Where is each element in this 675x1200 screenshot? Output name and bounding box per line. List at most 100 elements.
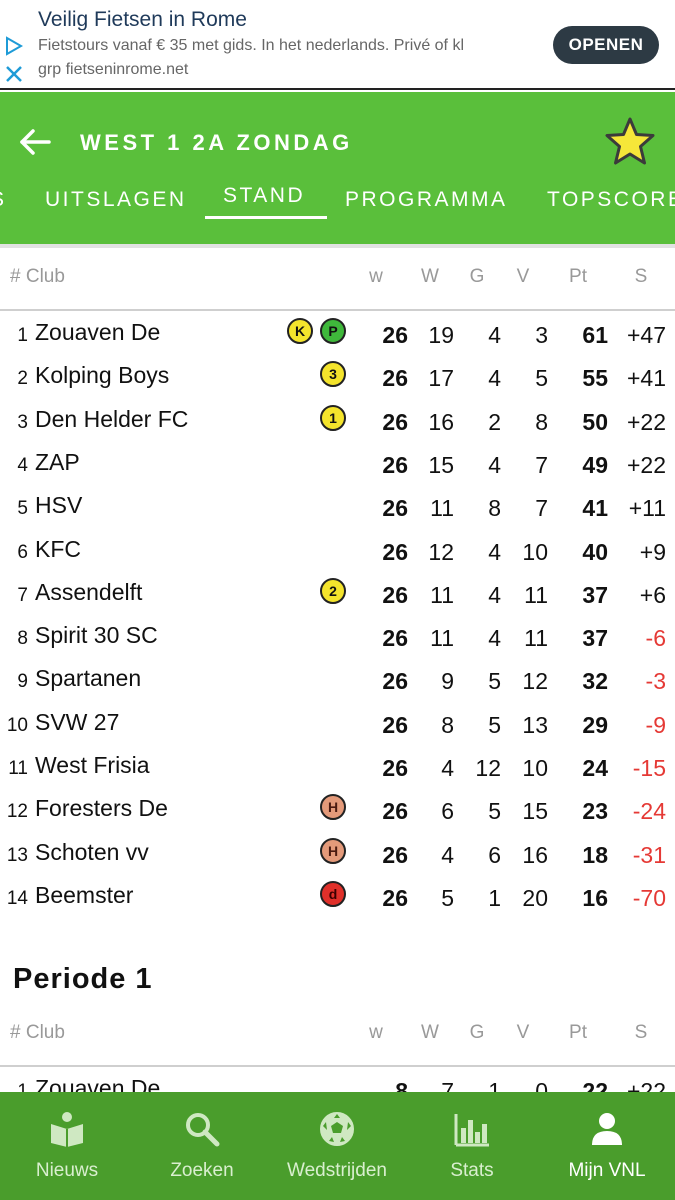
nav-item-stats[interactable]: Stats <box>407 1092 537 1200</box>
standings-header-lost: V <box>516 266 530 287</box>
rank: 9 <box>17 671 28 693</box>
page-title: WEST 1 2A ZONDAG <box>80 130 353 155</box>
back-arrow-icon[interactable] <box>18 127 52 157</box>
status-badge: P <box>320 318 346 344</box>
rank: 10 <box>6 714 28 736</box>
won: 6 <box>441 798 454 825</box>
app-header: WEST 1 2A ZONDAG S UITSLAGEN STAND PROGR… <box>0 92 675 244</box>
status-badge: d <box>320 880 346 907</box>
table-row[interactable]: 2 Kolping Boys 26 17 4 5 55 +41 3 <box>0 356 675 399</box>
lost: 13 <box>522 711 548 738</box>
table-row[interactable]: 9 Spartanen 26 9 5 12 32 -3 <box>0 659 675 702</box>
status-badge: 2 <box>320 577 346 604</box>
played: 26 <box>382 798 408 825</box>
search-icon <box>183 1110 221 1148</box>
won: 17 <box>428 365 454 392</box>
ad-title[interactable]: Veilig Fietsen in Rome <box>38 8 247 32</box>
won: 12 <box>428 538 454 565</box>
table-row[interactable]: 1 Zouaven De 26 19 4 3 61 +47 K P <box>0 313 675 356</box>
tab-uitslagen[interactable]: UITSLAGEN <box>45 188 187 212</box>
played: 26 <box>382 625 408 652</box>
standings-header-goal-diff: S <box>634 266 648 287</box>
played: 26 <box>382 365 408 392</box>
nav-label: Nieuws <box>35 1160 99 1181</box>
bar-chart-icon <box>453 1110 491 1148</box>
table-row[interactable]: 8 Spirit 30 SC 26 11 4 11 37 -6 <box>0 616 675 659</box>
tab-programma[interactable]: PROGRAMMA <box>345 188 508 212</box>
won: 8 <box>441 711 454 738</box>
goal-difference: -6 <box>645 625 666 652</box>
table-row[interactable]: 5 HSV 26 11 8 7 41 +11 <box>0 486 675 529</box>
draw: 8 <box>488 495 501 522</box>
football-icon <box>318 1110 356 1148</box>
points: 49 <box>582 451 608 478</box>
draw: 4 <box>488 322 501 348</box>
status-badge: H <box>320 837 346 864</box>
table-row[interactable]: 12 Foresters De 26 6 5 15 23 -24 H <box>0 789 675 832</box>
table-row[interactable]: 11 West Frisia 26 4 12 10 24 -15 <box>0 746 675 789</box>
nav-label: Zoeken <box>170 1160 234 1181</box>
table-row[interactable]: 7 Assendelft 26 11 4 11 37 +6 2 <box>0 573 675 616</box>
section-title-periode: Periode 1 <box>13 963 153 995</box>
table-row[interactable]: 4 ZAP 26 15 4 7 49 +22 <box>0 443 675 486</box>
nav-item-zoeken[interactable]: Zoeken <box>137 1092 267 1200</box>
rank: 8 <box>17 628 28 650</box>
played: 26 <box>382 755 408 781</box>
goal-difference: -3 <box>645 668 666 695</box>
favorite-star-icon[interactable] <box>604 116 656 168</box>
tab-topscorers[interactable]: TOPSCORE <box>547 188 675 212</box>
status-badge: 3 <box>320 361 346 388</box>
club-name: Den Helder FC <box>35 405 189 432</box>
status-badge: H <box>320 794 346 821</box>
table-row[interactable]: 3 Den Helder FC 26 16 2 8 50 +22 1 <box>0 400 675 443</box>
period-header-lost: V <box>516 1022 530 1043</box>
club-name: ZAP <box>35 448 80 475</box>
won: 15 <box>428 451 454 478</box>
ad-banner[interactable]: Veilig Fietsen in Rome Fietstours vanaf … <box>0 0 675 90</box>
tab-partial[interactable]: S <box>0 188 7 212</box>
nav-item-nieuws[interactable]: Nieuws <box>2 1092 132 1200</box>
period-header-points: Pt <box>569 1022 587 1043</box>
club-name: SVW 27 <box>35 708 120 735</box>
played: 26 <box>382 408 408 435</box>
goal-difference: -24 <box>632 798 666 825</box>
club-name: West Frisia <box>35 752 150 778</box>
played: 26 <box>382 538 408 565</box>
points: 37 <box>582 581 608 608</box>
won: 16 <box>428 408 454 435</box>
lost: 11 <box>524 625 548 652</box>
tab-stand[interactable]: STAND <box>223 184 305 208</box>
points: 50 <box>582 408 608 435</box>
status-badge: K <box>287 318 313 344</box>
lost: 20 <box>522 884 548 911</box>
nav-item-wedstrijden[interactable]: Wedstrijden <box>272 1092 402 1200</box>
goal-difference: +9 <box>639 538 666 565</box>
goal-difference: +11 <box>628 495 666 522</box>
lost: 10 <box>522 538 548 565</box>
ad-choices-icon[interactable] <box>4 36 24 56</box>
ad-open-button[interactable]: OPENEN <box>553 26 659 64</box>
won: 9 <box>441 668 454 695</box>
goal-difference: -15 <box>632 755 666 781</box>
person-icon <box>588 1110 626 1148</box>
close-icon[interactable] <box>4 64 24 84</box>
nav-item-mijn-vnl[interactable]: Mijn VNL <box>542 1092 672 1200</box>
standings-header-points: Pt <box>569 266 587 287</box>
lost: 11 <box>524 581 548 608</box>
table-row[interactable]: 14 Beemster 26 5 1 20 16 -70 d <box>0 876 675 919</box>
club-name: Spartanen <box>35 665 142 692</box>
lost: 12 <box>522 668 548 695</box>
points: 29 <box>582 711 608 738</box>
table-row[interactable]: 13 Schoten vv 26 4 6 16 18 -31 H <box>0 833 675 876</box>
rank: 2 <box>17 368 28 390</box>
standings-header-club: # Club <box>10 266 65 287</box>
table-row[interactable]: 10 SVW 27 26 8 5 13 29 -9 <box>0 703 675 746</box>
played: 26 <box>382 495 408 522</box>
won: 11 <box>430 581 454 608</box>
club-name: Schoten vv <box>35 838 149 865</box>
won: 4 <box>441 841 454 868</box>
ad-description: Fietstours vanaf € 35 met gids. In het n… <box>38 37 464 54</box>
table-row[interactable]: 6 KFC 26 12 4 10 40 +9 <box>0 530 675 573</box>
club-name: Foresters De <box>35 795 168 822</box>
period-header-played: w <box>369 1022 383 1043</box>
